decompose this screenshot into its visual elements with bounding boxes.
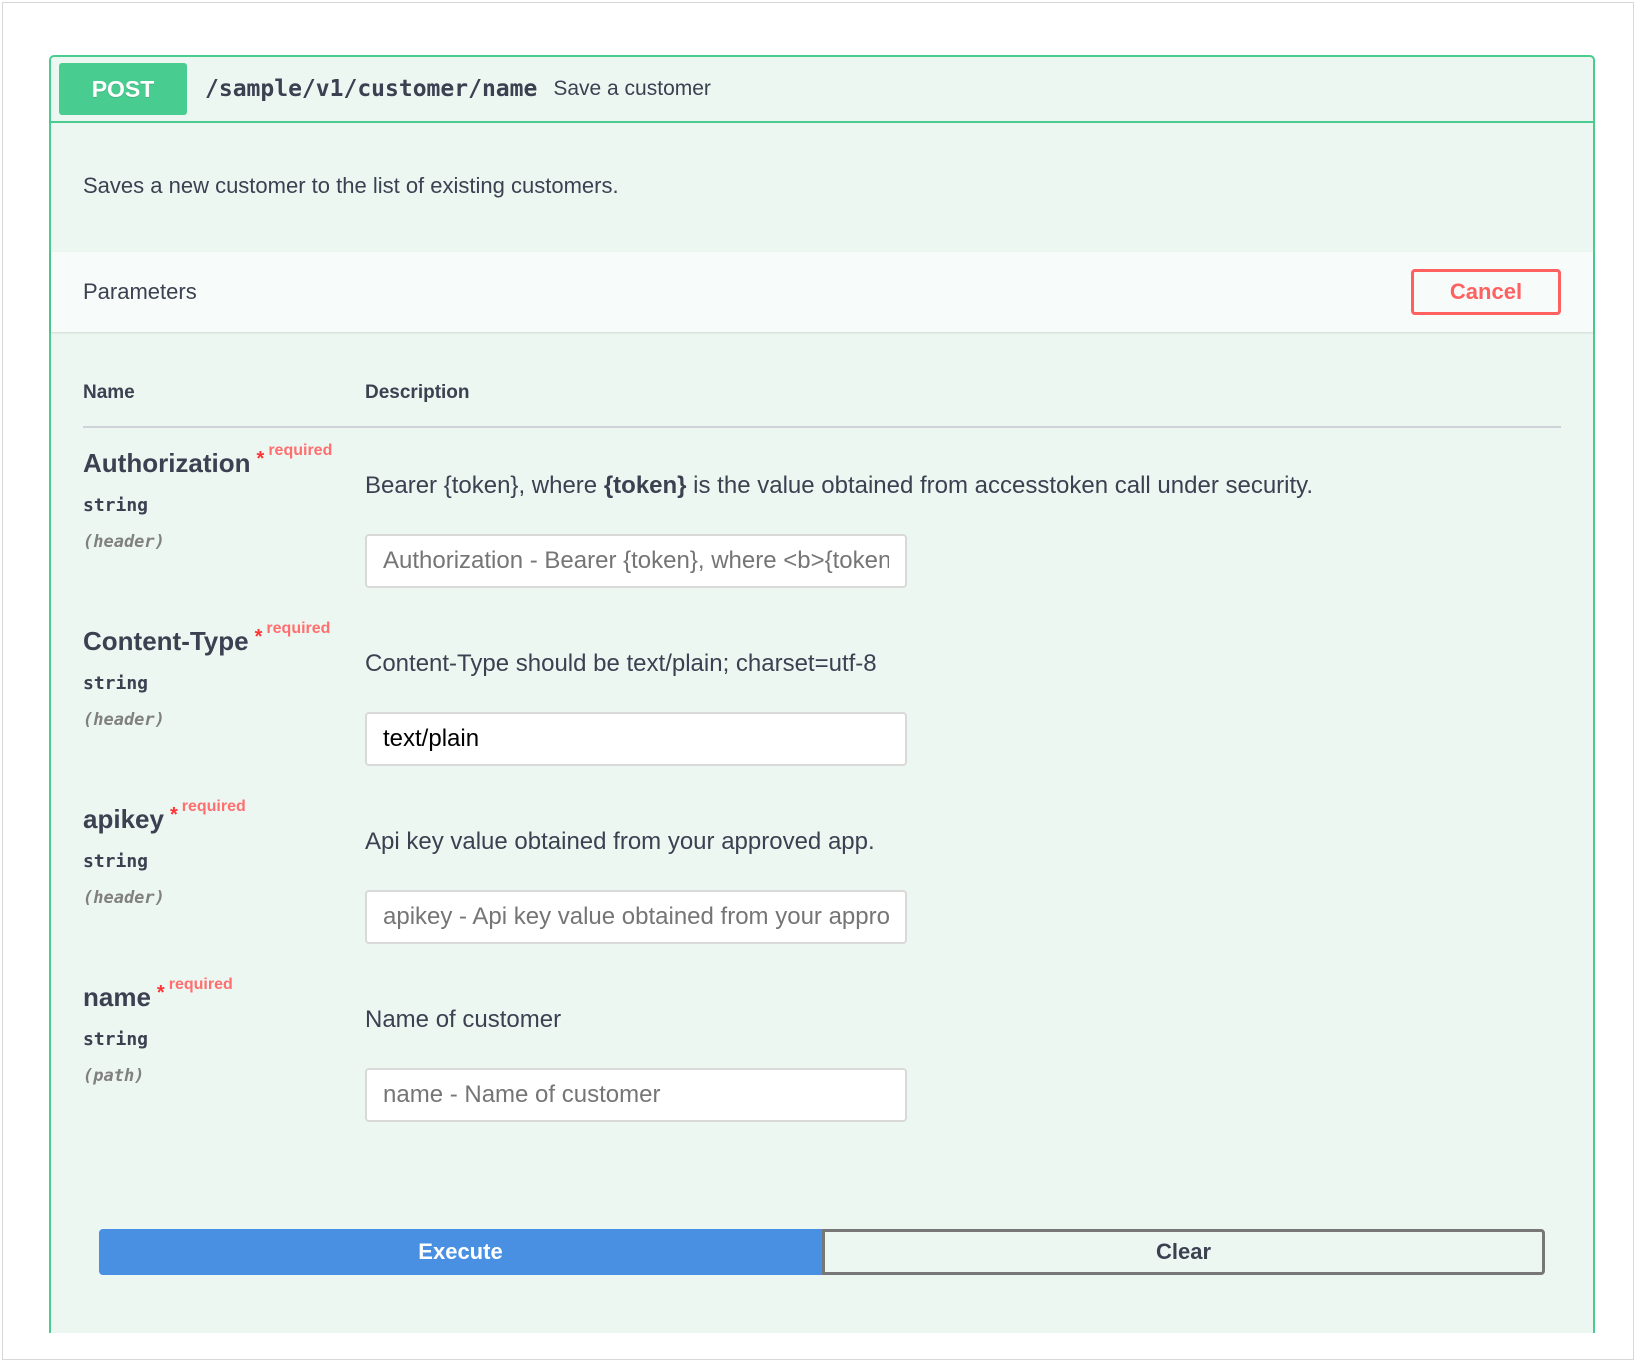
parameters-table: Name Description Authorization * required … [51,332,1593,1140]
parameter-name-cell: apikey * required string (header) [83,798,365,908]
cancel-button[interactable]: Cancel [1411,269,1561,315]
parameter-type: string [83,495,149,516]
parameter-location: (header) [83,888,165,908]
required-label: required [268,442,333,459]
parameters-header: Parameters Cancel [51,252,1593,332]
required-star: * [169,804,178,826]
parameter-name: Content-Type [83,626,249,656]
operation-summary[interactable]: POST /sample/v1/customer/name Save a cus… [51,57,1593,123]
parameter-name-cell: name * required string (path) [83,976,365,1086]
required-star: * [256,448,265,470]
authorization-input[interactable] [365,534,907,588]
parameter-row-name: name * required string (path) Name of cust… [83,962,1561,1140]
parameter-type: string [83,851,149,872]
required-label: required [181,798,246,815]
parameter-location: (path) [83,1066,145,1086]
content-type-input[interactable] [365,712,907,766]
name-input[interactable] [365,1068,907,1122]
operation-summary-text: Save a customer [553,77,711,100]
description-text: Bearer {token}, where [365,472,604,499]
parameter-description-cell: Api key value obtained from your approve… [365,828,1495,944]
parameter-description-cell: Content-Type should be text/plain; chars… [365,650,1495,766]
parameter-description-cell: Bearer {token}, where {token} is the val… [365,472,1495,588]
column-header-name: Name [83,382,135,403]
operation-block: POST /sample/v1/customer/name Save a cus… [49,55,1595,1333]
execute-button[interactable]: Execute [99,1229,822,1275]
operation-description: Saves a new customer to the list of exis… [83,173,619,198]
parameters-table-header: Name Description [83,332,1561,428]
parameter-name-cell: Authorization * required string (header) [83,442,365,552]
required-star: * [156,982,165,1004]
execute-wrapper: Execute Clear [99,1229,1545,1275]
operation-path: /sample/v1/customer/name [205,76,538,102]
parameter-description: Name of customer [365,1006,562,1033]
page-frame: POST /sample/v1/customer/name Save a cus… [2,2,1634,1360]
parameter-location: (header) [83,532,165,552]
parameter-description: Bearer {token}, where {token} is the val… [365,472,1495,500]
method-badge: POST [59,63,187,115]
apikey-input[interactable] [365,890,907,944]
parameter-row-content-type: Content-Type * required string (header) Co… [83,606,1561,784]
column-header-description: Description [365,382,470,403]
parameter-name: apikey [83,804,164,834]
parameter-name: name [83,982,151,1012]
parameter-name-cell: Content-Type * required string (header) [83,620,365,730]
parameter-row-apikey: apikey * required string (header) Api key … [83,784,1561,962]
parameter-type: string [83,1029,149,1050]
required-label: required [266,620,331,637]
parameter-row-authorization: Authorization * required string (header) B… [83,428,1561,606]
parameter-type: string [83,673,149,694]
parameter-name: Authorization [83,448,251,478]
parameter-description-cell: Name of customer [365,1006,1495,1122]
parameter-description: Api key value obtained from your approve… [365,828,875,855]
required-label: required [168,976,233,993]
required-star: * [254,626,263,648]
parameter-location: (header) [83,710,165,730]
description-text: is the value obtained from accesstoken c… [686,472,1314,499]
clear-button[interactable]: Clear [822,1229,1545,1275]
parameter-description: Content-Type should be text/plain; chars… [365,650,877,677]
description-bold-text: {token} [603,472,687,499]
parameters-title: Parameters [83,279,197,304]
